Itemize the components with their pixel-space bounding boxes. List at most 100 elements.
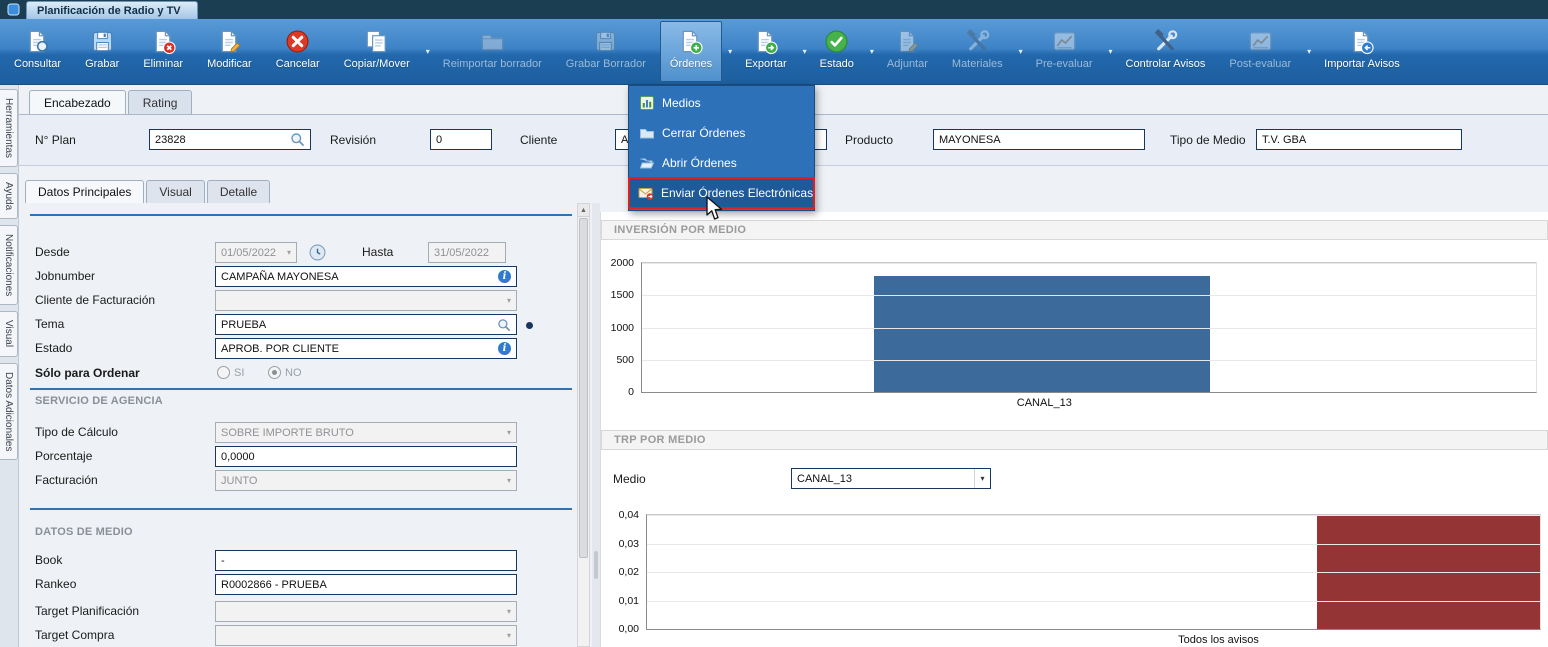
gridline xyxy=(647,515,1540,516)
revision-input[interactable]: 0 xyxy=(430,129,492,150)
menu-item-cerrar-ordenes[interactable]: Cerrar Órdenes xyxy=(629,118,814,148)
chevron-down-icon[interactable] xyxy=(974,469,990,488)
jobnumber-input[interactable]: CAMPAÑA MAYONESA xyxy=(215,266,517,287)
toolbar-button-controlar-avisos[interactable]: Controlar Avisos xyxy=(1116,21,1216,82)
target-planificacion-select[interactable] xyxy=(215,601,517,622)
form-row-estado: Estado APROB. POR CLIENTE xyxy=(25,338,577,359)
toolbar-button-label: Grabar Borrador xyxy=(565,58,646,70)
estado-input[interactable]: APROB. POR CLIENTE xyxy=(215,338,517,359)
radio-si[interactable]: SI xyxy=(217,366,244,379)
sidebar-tab-notificaciones[interactable]: Notificaciones xyxy=(0,225,18,306)
toolbar-button-grabar-borrador: Grabar Borrador xyxy=(556,21,656,82)
toolbar-button-label: Órdenes xyxy=(669,58,713,70)
close-orders-icon xyxy=(638,125,655,141)
toolbar-button-estado[interactable]: Estado xyxy=(810,21,864,82)
tipo-medio-label: Tipo de Medio xyxy=(1170,133,1246,147)
left-dock-tabs: Herramientas Ayuda Notificaciones Visual Dat… xyxy=(0,85,19,647)
gridline xyxy=(642,359,1536,361)
toolbar-button-label: Pre-evaluar xyxy=(1035,58,1093,70)
form-row-tipo-calculo: Tipo de Cálculo SOBRE IMPORTE BRUTO xyxy=(25,422,577,443)
dropdown-caret-icon[interactable] xyxy=(1109,47,1113,56)
toolbar-button-label: Copiar/Mover xyxy=(343,58,410,70)
search-icon[interactable] xyxy=(290,132,305,147)
target-compra-select[interactable] xyxy=(215,625,517,646)
revision-label: Revisión xyxy=(330,133,377,147)
toolbar-button-label: Materiales xyxy=(951,58,1003,70)
toolbar-button-grabar[interactable]: Grabar xyxy=(75,21,129,82)
toolbar-button-importar-avisos[interactable]: Importar Avisos xyxy=(1314,21,1410,82)
scrollbar-thumb[interactable] xyxy=(579,218,588,558)
form-row-jobnumber: Jobnumber CAMPAÑA MAYONESA xyxy=(25,266,577,287)
info-icon[interactable] xyxy=(498,270,511,283)
copy-icon xyxy=(363,26,390,56)
required-dot xyxy=(526,322,533,329)
toolbar-button-ordenes[interactable]: Órdenes xyxy=(659,21,723,82)
toolbar-button-consultar[interactable]: Consultar xyxy=(4,21,71,82)
facturacion-select[interactable]: JUNTO xyxy=(215,470,517,491)
toolbar-button-cancelar[interactable]: Cancelar xyxy=(266,21,330,82)
cliente-label: Cliente xyxy=(520,133,558,147)
rankeo-input[interactable]: R0002866 - PRUEBA xyxy=(215,574,517,595)
open-orders-icon xyxy=(638,155,655,171)
inversion-chart-header: INVERSIÓN POR MEDIO xyxy=(601,220,1548,240)
y-axis-ticks: 0,04 0,03 0,02 0,01 0,00 xyxy=(607,509,643,635)
menu-item-label: Enviar Órdenes Electrónicas xyxy=(661,186,814,200)
tipo-calculo-select[interactable]: SOBRE IMPORTE BRUTO xyxy=(215,422,517,443)
tema-input[interactable]: PRUEBA xyxy=(215,314,517,335)
send-electronic-orders-icon xyxy=(638,185,654,201)
save-icon xyxy=(89,26,116,56)
hasta-date-select[interactable]: 31/05/2022 xyxy=(428,242,506,263)
cancel-icon xyxy=(284,26,311,56)
menu-item-medios[interactable]: Medios xyxy=(629,88,814,118)
desde-date-select[interactable]: 01/05/2022 xyxy=(215,242,297,263)
dropdown-caret-icon[interactable] xyxy=(728,47,732,56)
plan-input[interactable]: 23828 xyxy=(149,129,311,150)
scroll-up-button[interactable] xyxy=(578,204,589,217)
menu-item-enviar-ordenes-electronicas[interactable]: Enviar Órdenes Electrónicas xyxy=(628,177,815,209)
dropdown-caret-icon[interactable] xyxy=(426,47,430,56)
sidebar-tab-datos-adicionales[interactable]: Datos Adicionales xyxy=(0,362,18,461)
solo-ordenar-label: Sólo para Ordenar xyxy=(35,366,140,380)
form-scrollbar[interactable] xyxy=(577,203,590,647)
cliente-facturacion-label: Cliente de Facturación xyxy=(35,293,156,307)
estado-label: Estado xyxy=(35,341,73,355)
producto-input[interactable]: MAYONESA xyxy=(933,129,1145,150)
toolbar-button-post-evaluar: Post-evaluar xyxy=(1219,21,1301,82)
tab-detalle[interactable]: Detalle xyxy=(206,180,271,203)
target-planificacion-label: Target Planificación xyxy=(35,604,140,618)
toolbar-button-eliminar[interactable]: Eliminar xyxy=(133,21,193,82)
radio-no[interactable]: NO xyxy=(268,366,302,379)
dropdown-caret-icon[interactable] xyxy=(803,47,807,56)
title-strip: Planificación de Radio y TV xyxy=(0,0,1548,19)
y-tick-label: 1000 xyxy=(610,321,634,334)
tipo-medio-input[interactable]: T.V. GBA xyxy=(1256,129,1462,150)
sidebar-tab-visual[interactable]: Visual xyxy=(0,311,18,357)
dropdown-caret-icon[interactable] xyxy=(870,47,874,56)
cliente-facturacion-select[interactable] xyxy=(215,290,517,311)
clock-button[interactable] xyxy=(308,243,327,262)
toolbar-button-exportar[interactable]: Exportar xyxy=(735,21,797,82)
tab-encabezado[interactable]: Encabezado xyxy=(29,90,126,114)
menu-item-abrir-ordenes[interactable]: Abrir Órdenes xyxy=(629,148,814,178)
medio-select[interactable]: CANAL_13 xyxy=(791,468,991,489)
toolbar-button-modificar[interactable]: Modificar xyxy=(197,21,262,82)
tab-datos-principales[interactable]: Datos Principales xyxy=(25,180,145,203)
porcentaje-input[interactable]: 0,0000 xyxy=(215,446,517,467)
dropdown-caret-icon[interactable] xyxy=(1307,47,1311,56)
splitter-grip[interactable] xyxy=(594,551,598,579)
sidebar-tab-herramientas[interactable]: Herramientas xyxy=(0,89,18,168)
book-input[interactable]: - xyxy=(215,550,517,571)
dropdown-caret-icon[interactable] xyxy=(1019,47,1023,56)
window-tab[interactable]: Planificación de Radio y TV xyxy=(26,1,198,19)
tab-rating[interactable]: Rating xyxy=(127,90,193,114)
sidebar-tab-ayuda[interactable]: Ayuda xyxy=(0,173,18,220)
tab-visual[interactable]: Visual xyxy=(146,180,205,203)
panel-splitter[interactable] xyxy=(592,203,600,647)
toolbar-button-label: Controlar Avisos xyxy=(1125,58,1206,70)
header-tabs: Encabezado Rating xyxy=(29,90,193,114)
search-icon[interactable] xyxy=(497,318,511,332)
inversion-chart: 2000 1500 1000 500 0 CANAL_13 xyxy=(611,257,1537,409)
media-icon xyxy=(638,95,655,111)
toolbar-button-copiar-mover[interactable]: Copiar/Mover xyxy=(334,21,420,82)
info-icon[interactable] xyxy=(498,342,511,355)
